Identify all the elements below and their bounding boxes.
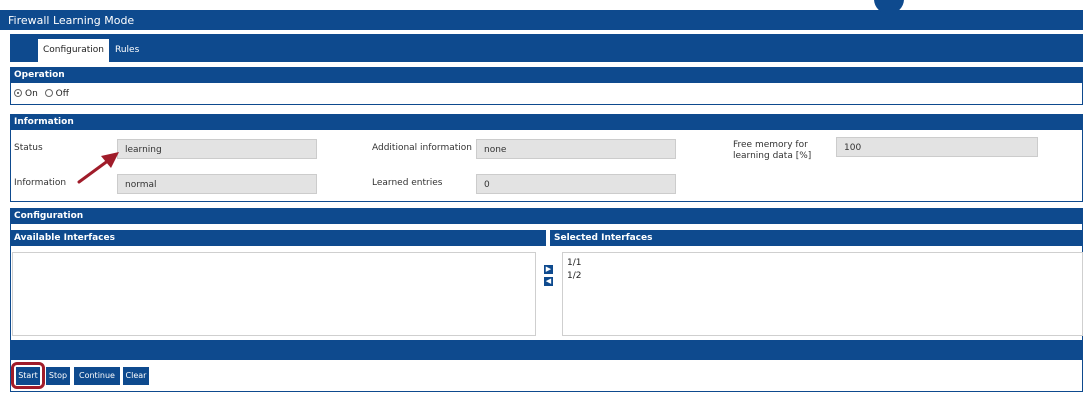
move-right-button[interactable]: ▶	[544, 265, 553, 274]
tab-rules[interactable]: Rules	[115, 39, 139, 62]
radio-off-label: Off	[55, 89, 69, 99]
logo	[870, 0, 910, 18]
list-item[interactable]: 1/2	[567, 270, 1082, 283]
stop-button[interactable]: Stop	[46, 367, 70, 385]
information-label: Information	[14, 178, 67, 188]
radio-on[interactable]: On	[14, 89, 38, 99]
available-interfaces-list[interactable]	[12, 252, 536, 336]
arrow-left-icon: ◀	[545, 277, 552, 285]
available-interfaces-heading: Available Interfaces	[14, 233, 115, 243]
operation-heading: Operation	[14, 70, 65, 80]
information-field: normal	[117, 174, 317, 194]
tab-configuration[interactable]: Configuration	[38, 39, 109, 62]
free-memory-label-line2: learning data [%]	[733, 151, 812, 161]
radio-off[interactable]: Off	[44, 89, 69, 99]
selected-interfaces-list[interactable]: 1/1 1/2	[562, 252, 1083, 336]
start-button-highlight	[11, 362, 45, 389]
learned-entries-field: 0	[476, 174, 676, 194]
free-memory-field: 100	[836, 137, 1038, 157]
annotation-arrow-icon	[77, 152, 119, 184]
arrow-right-icon: ▶	[545, 265, 552, 273]
list-item[interactable]: 1/1	[567, 257, 1082, 270]
radio-on-label: On	[25, 89, 38, 99]
action-bar	[10, 340, 1083, 360]
information-heading: Information	[14, 117, 74, 127]
configuration-header: Configuration	[10, 208, 1083, 224]
status-field: learning	[117, 139, 317, 159]
radio-on-icon	[14, 89, 22, 97]
window-title: Firewall Learning Mode	[8, 14, 135, 27]
clear-button[interactable]: Clear	[123, 367, 149, 385]
window-title-bar: Firewall Learning Mode	[0, 10, 1083, 30]
operation-radio-group: On Off	[14, 89, 69, 99]
tab-bar	[10, 34, 1083, 62]
available-interfaces-header: Available Interfaces	[10, 230, 546, 246]
free-memory-label-line1: Free memory for	[733, 140, 808, 150]
radio-off-icon	[44, 89, 53, 97]
move-left-button[interactable]: ◀	[544, 277, 553, 286]
selected-interfaces-heading: Selected Interfaces	[554, 233, 653, 243]
status-label: Status	[14, 143, 43, 153]
configuration-heading: Configuration	[14, 211, 84, 221]
selected-interfaces-header: Selected Interfaces	[550, 230, 1083, 246]
operation-panel	[10, 83, 1083, 105]
free-memory-label: Free memory for learning data [%]	[733, 140, 811, 162]
information-header: Information	[10, 114, 1083, 130]
additional-information-label: Additional information	[372, 143, 472, 153]
additional-information-field: none	[476, 139, 676, 159]
continue-button[interactable]: Continue	[74, 367, 120, 385]
operation-header: Operation	[10, 67, 1083, 83]
learned-entries-label: Learned entries	[372, 178, 443, 188]
